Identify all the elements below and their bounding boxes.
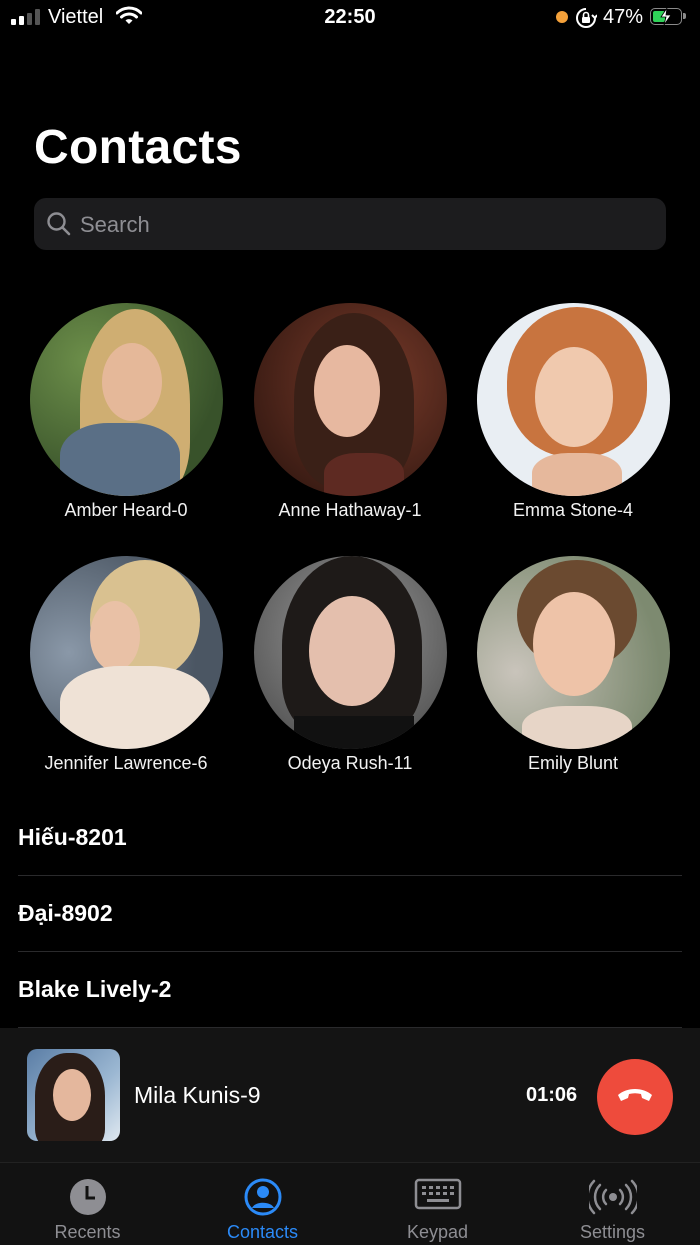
- avatar: [476, 556, 670, 749]
- avatar: [253, 556, 447, 749]
- tab-recents[interactable]: Recents: [0, 1163, 175, 1245]
- favorite-name: Emma Stone-4: [512, 500, 634, 520]
- tab-label: Recents: [54, 1222, 121, 1242]
- favorite-contact[interactable]: Anne Hathaway-1: [240, 303, 460, 521]
- tab-label: Contacts: [226, 1222, 299, 1242]
- broadcast-icon: [588, 1179, 637, 1215]
- end-call-button[interactable]: [597, 1059, 673, 1135]
- favorite-contact[interactable]: Jennifer Lawrence-6: [16, 556, 236, 774]
- contact-row[interactable]: Đại-8902: [18, 876, 682, 952]
- recording-indicator-icon: [556, 11, 568, 23]
- favorite-contact[interactable]: Emily Blunt: [463, 556, 683, 774]
- favorite-name: Odeya Rush-11: [287, 753, 413, 773]
- contact-name: Đại-8902: [18, 900, 113, 926]
- contact-name: Hiếu-8201: [18, 824, 127, 850]
- favorite-contact[interactable]: Amber Heard-0: [16, 303, 236, 521]
- avatar: [253, 303, 447, 496]
- status-bar: Viettel 22:50 47%: [0, 0, 700, 36]
- favorite-name: Anne Hathaway-1: [278, 500, 422, 520]
- tab-label: Keypad: [406, 1222, 469, 1242]
- tab-settings[interactable]: Settings: [525, 1163, 700, 1245]
- avatar: [476, 303, 670, 496]
- keyboard-icon: [414, 1178, 461, 1210]
- contact-name: Blake Lively-2: [18, 976, 172, 1002]
- call-duration: 01:06: [526, 1084, 578, 1106]
- contact-row[interactable]: Blake Lively-2: [18, 952, 682, 1028]
- tab-keypad[interactable]: Keypad: [350, 1163, 525, 1245]
- caller-name: Mila Kunis-9: [134, 1082, 261, 1108]
- favorite-name: Emily Blunt: [527, 753, 619, 773]
- clock-icon: [69, 1179, 106, 1215]
- favorite-contact[interactable]: Emma Stone-4: [463, 303, 683, 521]
- contact-row[interactable]: Hiếu-8201: [18, 800, 682, 876]
- caller-avatar: [27, 1049, 120, 1141]
- page-title: Contacts: [34, 121, 242, 174]
- tab-label: Settings: [579, 1222, 646, 1242]
- avatar: [29, 303, 223, 496]
- battery-icon: [650, 8, 686, 25]
- avatar: [29, 556, 223, 749]
- tab-bar: Recents Contacts Keypad Settings: [0, 1162, 700, 1245]
- active-call-bar[interactable]: Mila Kunis-9 01:06: [0, 1028, 700, 1162]
- battery-percent: 47%: [603, 6, 644, 28]
- favorite-name: Jennifer Lawrence-6: [44, 753, 208, 773]
- search-bar[interactable]: [34, 198, 666, 252]
- person-circle-icon: [244, 1178, 281, 1216]
- favorite-name: Amber Heard-0: [64, 500, 188, 520]
- search-icon: [46, 211, 72, 242]
- contact-list: Hiếu-8201 Đại-8902 Blake Lively-2: [18, 800, 682, 1028]
- search-input[interactable]: [78, 198, 642, 252]
- rotation-lock-icon: [575, 7, 598, 34]
- favorite-contact[interactable]: Odeya Rush-11: [240, 556, 460, 774]
- hang-up-icon: [618, 1089, 652, 1101]
- tab-contacts[interactable]: Contacts: [175, 1163, 350, 1245]
